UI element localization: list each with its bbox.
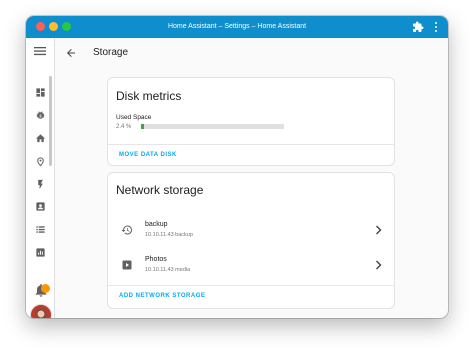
chevron-right-icon [376,225,382,235]
disk-usage-bar-fill [141,124,145,129]
more-options-icon[interactable] [432,21,440,33]
maximize-window-button[interactable] [62,22,71,31]
network-storage-title: Network storage [116,183,204,197]
chevron-right-icon [376,260,382,270]
network-storage-card: Network storage backup 10.10.11.43 backu… [107,172,395,309]
sidebar-item-overview[interactable] [32,84,48,100]
sidebar-item-energy[interactable] [32,176,48,192]
list-icon [35,225,45,233]
disk-metrics-title: Disk metrics [116,89,182,103]
map-pin-icon [36,156,44,166]
add-network-storage-button[interactable]: ADD NETWORK STORAGE [119,293,205,299]
sidebar-item-logbook[interactable] [32,221,48,237]
minimize-window-button[interactable] [49,22,58,31]
sidebar-scrollbar[interactable] [49,76,52,166]
energy-icon [37,179,43,189]
sidebar-item-people[interactable] [32,198,48,214]
disk-metrics-card: Disk metrics Used Space 2.4 % MOVE DATA … [107,77,395,166]
sidebar [26,38,55,318]
play-box-icon [122,260,132,270]
storage-detail: 10.10.11.43 backup [145,232,193,238]
backup-restore-icon [121,225,133,235]
disk-usage-bar [141,124,284,129]
title-bar: Home Assistant – Settings – Home Assista… [26,16,448,38]
sidebar-item-home[interactable] [32,130,48,146]
page-title: Storage [93,47,129,58]
window-title: Home Assistant – Settings – Home Assista… [167,23,307,30]
card-divider [108,285,394,286]
back-arrow-icon[interactable] [65,47,77,59]
app-window: Home Assistant – Settings – Home Assista… [26,16,448,318]
list-item-backup[interactable]: backup 10.10.11.43 backup [108,215,394,245]
home-icon [35,133,45,142]
person-icon [35,201,45,211]
extensions-icon[interactable] [412,21,424,33]
card-divider [108,144,394,145]
used-space-label: Used Space [116,114,152,121]
notification-badge [41,284,50,293]
list-item-photos[interactable]: Photos 10.10.11.43 media [108,250,394,280]
menu-icon[interactable] [33,45,47,57]
used-space-percent: 2.4 % [116,124,132,130]
chart-icon [35,247,45,257]
sidebar-item-map[interactable] [32,153,48,169]
page-header: Storage [55,38,448,68]
dashboard-icon [35,87,45,97]
storage-name: backup [145,221,168,228]
storage-detail: 10.10.11.43 media [145,267,191,273]
close-window-button[interactable] [36,22,45,31]
sidebar-item-history[interactable] [32,244,48,260]
user-avatar[interactable] [30,304,52,318]
move-data-disk-button[interactable]: MOVE DATA DISK [119,152,177,158]
storage-name: Photos [145,256,167,263]
sidebar-item-developer[interactable] [32,107,48,123]
bug-icon [36,110,44,119]
